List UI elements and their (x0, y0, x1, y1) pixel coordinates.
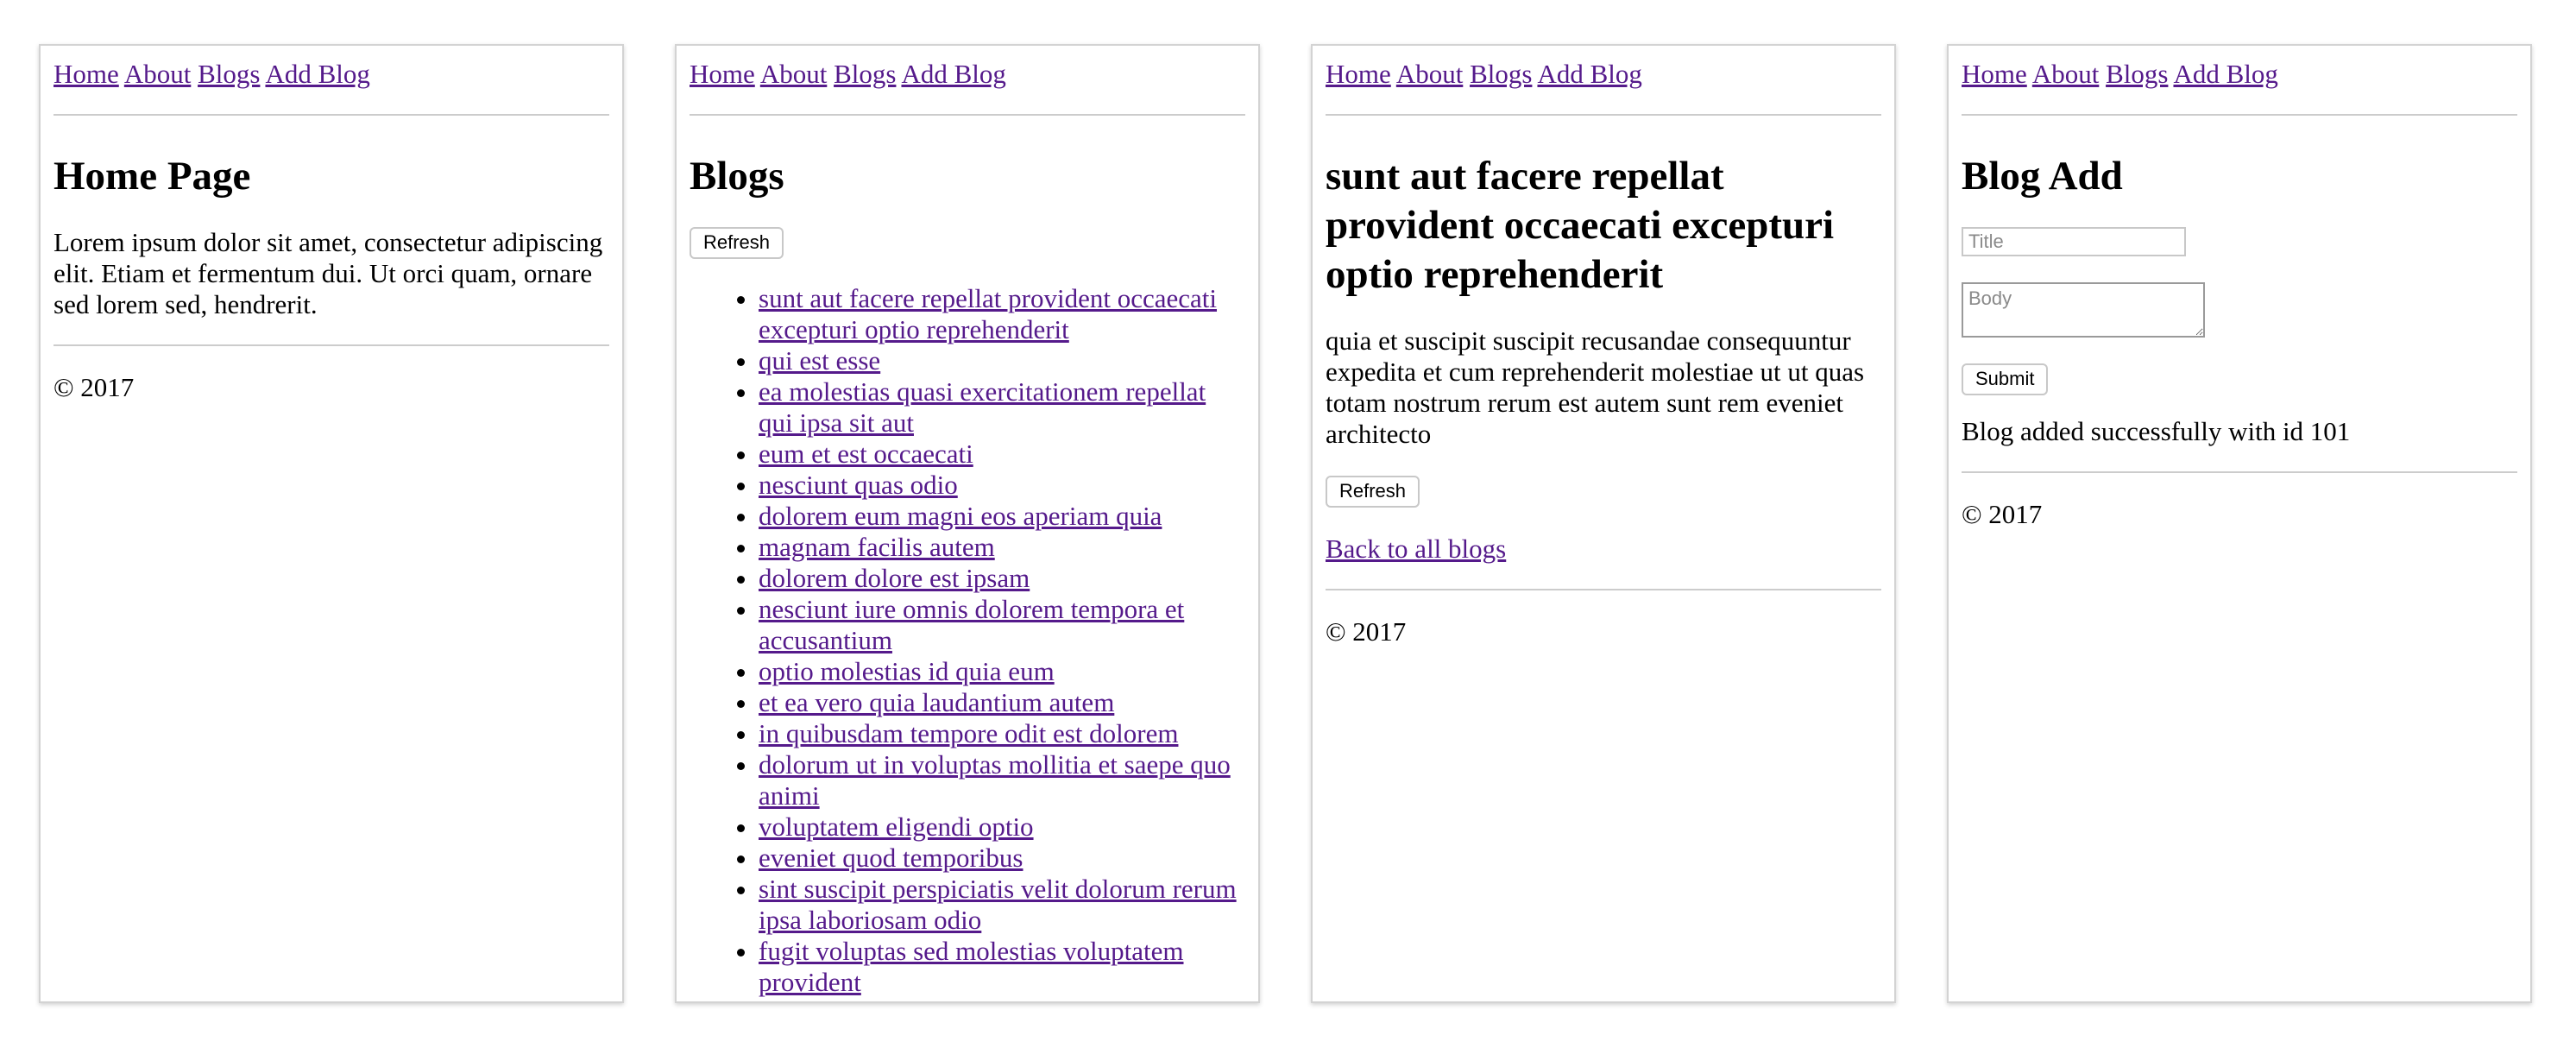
blog-link[interactable]: fugit voluptas sed molestias voluptatem … (759, 936, 1184, 997)
list-item: ea molestias quasi exercitationem repell… (759, 376, 1245, 439)
list-item: dolorem eum magni eos aperiam quia (759, 501, 1245, 532)
blog-link[interactable]: dolorum ut in voluptas mollitia et saepe… (759, 749, 1231, 811)
title-input[interactable] (1962, 227, 2186, 257)
blog-link[interactable]: nesciunt quas odio (759, 470, 958, 500)
refresh-button[interactable]: Refresh (1326, 476, 1420, 508)
nav-blogs-link[interactable]: Blogs (2106, 59, 2168, 89)
back-link-container: Back to all blogs (1326, 533, 1881, 565)
footer-divider (54, 344, 609, 347)
list-item: voluptatem eligendi optio (759, 811, 1245, 843)
list-item: fugit voluptas sed molestias voluptatem … (759, 936, 1245, 998)
nav-bar: Home About Blogs Add Blog (1326, 58, 1881, 90)
list-item: dolorum ut in voluptas mollitia et saepe… (759, 749, 1245, 811)
blog-link[interactable]: dolorem dolore est ipsam (759, 563, 1030, 593)
list-item: et ea vero quia laudantium autem (759, 687, 1245, 718)
nav-add-blog-link[interactable]: Add Blog (901, 59, 1005, 89)
nav-bar: Home About Blogs Add Blog (1962, 58, 2517, 90)
footer-divider (1326, 589, 1881, 591)
nav-divider (1962, 114, 2517, 117)
page-title: Blogs (690, 154, 784, 199)
nav-about-link[interactable]: About (1396, 59, 1464, 89)
blog-add-panel: Home About Blogs Add Blog Blog Add Submi… (1947, 44, 2532, 1003)
nav-divider (1326, 114, 1881, 117)
nav-blogs-link[interactable]: Blogs (834, 59, 896, 89)
blog-link[interactable]: voluptatem eligendi optio (759, 811, 1034, 842)
back-to-blogs-link[interactable]: Back to all blogs (1326, 533, 1506, 564)
nav-blogs-link[interactable]: Blogs (198, 59, 260, 89)
nav-add-blog-link[interactable]: Add Blog (265, 59, 369, 89)
nav-add-blog-link[interactable]: Add Blog (2173, 59, 2277, 89)
nav-add-blog-link[interactable]: Add Blog (1537, 59, 1641, 89)
nav-home-link[interactable]: Home (1326, 59, 1391, 89)
blog-post-panel: Home About Blogs Add Blog sunt aut facer… (1311, 44, 1896, 1003)
blog-link[interactable]: sunt aut facere repellat provident occae… (759, 283, 1217, 344)
home-page-panel: Home About Blogs Add Blog Home Page Lore… (39, 44, 624, 1003)
footer-copyright: © 2017 (1962, 499, 2043, 530)
list-item: sint suscipit perspiciatis velit dolorum… (759, 874, 1245, 936)
blog-link[interactable]: in quibusdam tempore odit est dolorem (759, 718, 1178, 748)
submit-button[interactable]: Submit (1962, 363, 2049, 396)
footer-copyright: © 2017 (54, 372, 135, 403)
list-item: in quibusdam tempore odit est dolorem (759, 718, 1245, 749)
blog-link[interactable]: et ea vero quia laudantium autem (759, 687, 1114, 717)
blog-link[interactable]: sint suscipit perspiciatis velit dolorum… (759, 874, 1237, 935)
list-item: qui est esse (759, 345, 1245, 376)
list-item: magnam facilis autem (759, 532, 1245, 563)
list-item: nesciunt quas odio (759, 470, 1245, 501)
nav-bar: Home About Blogs Add Blog (690, 58, 1245, 90)
footer-copyright: © 2017 (1326, 616, 1407, 647)
list-item: eum et est occaecati (759, 439, 1245, 470)
list-item: dolorem dolore est ipsam (759, 563, 1245, 594)
nav-bar: Home About Blogs Add Blog (54, 58, 609, 90)
blog-link[interactable]: magnam facilis autem (759, 532, 995, 562)
blog-link[interactable]: optio molestias id quia eum (759, 656, 1055, 686)
refresh-button[interactable]: Refresh (690, 227, 784, 260)
blog-list: sunt aut facere repellat provident occae… (690, 283, 1245, 998)
nav-divider (690, 114, 1245, 117)
blog-link[interactable]: ea molestias quasi exercitationem repell… (759, 376, 1206, 438)
nav-blogs-link[interactable]: Blogs (1470, 59, 1532, 89)
blog-link[interactable]: eum et est occaecati (759, 439, 973, 469)
blog-link[interactable]: qui est esse (759, 345, 880, 376)
footer-divider (1962, 471, 2517, 474)
list-item: nesciunt iure omnis dolorem tempora et a… (759, 594, 1245, 656)
body-textarea[interactable] (1962, 282, 2205, 338)
nav-about-link[interactable]: About (124, 59, 192, 89)
home-body-text: Lorem ipsum dolor sit amet, consectetur … (54, 227, 603, 320)
nav-divider (54, 114, 609, 117)
page-title: Home Page (54, 154, 251, 199)
nav-home-link[interactable]: Home (1962, 59, 2027, 89)
blogs-page-panel: Home About Blogs Add Blog Blogs Refresh … (675, 44, 1260, 1003)
blog-link[interactable]: eveniet quod temporibus (759, 843, 1023, 873)
nav-home-link[interactable]: Home (690, 59, 755, 89)
post-body-text: quia et suscipit suscipit recusandae con… (1326, 325, 1865, 450)
page-title: Blog Add (1962, 154, 2123, 199)
nav-about-link[interactable]: About (760, 59, 828, 89)
post-title: sunt aut facere repellat provident occae… (1326, 154, 1835, 298)
nav-home-link[interactable]: Home (54, 59, 119, 89)
blog-link[interactable]: dolorem eum magni eos aperiam quia (759, 501, 1162, 531)
list-item: eveniet quod temporibus (759, 843, 1245, 874)
blog-link[interactable]: nesciunt iure omnis dolorem tempora et a… (759, 594, 1184, 655)
nav-about-link[interactable]: About (2032, 59, 2100, 89)
list-item: optio molestias id quia eum (759, 656, 1245, 687)
status-message: Blog added successfully with id 101 (1962, 416, 2351, 447)
list-item: sunt aut facere repellat provident occae… (759, 283, 1245, 345)
